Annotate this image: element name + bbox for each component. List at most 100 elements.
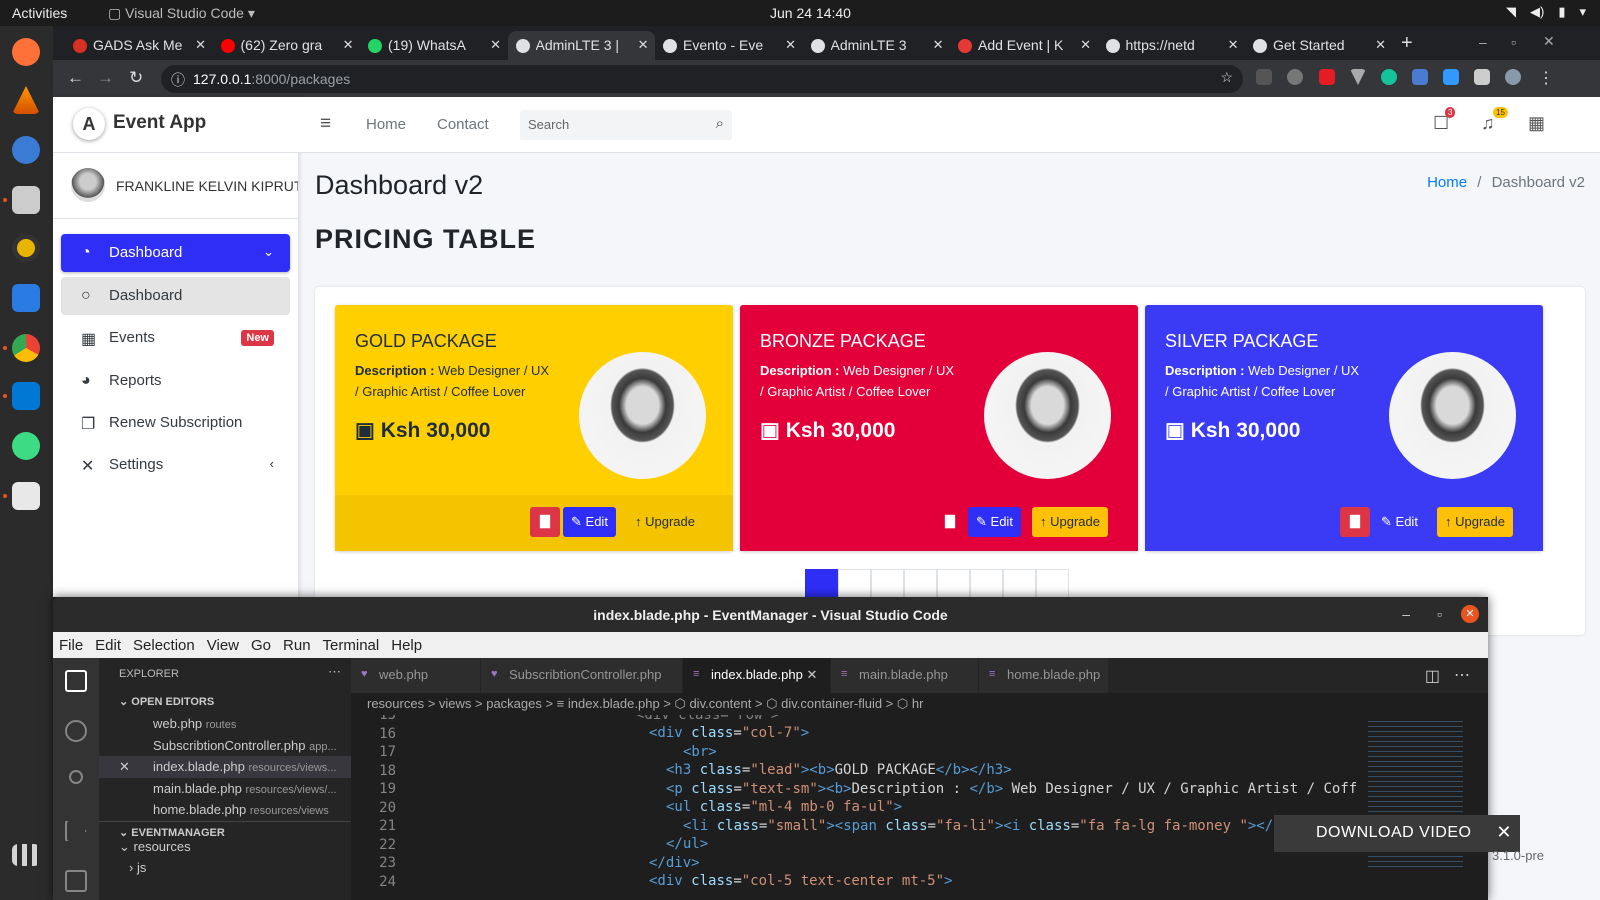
search-input[interactable]: Search ⌕ xyxy=(520,110,732,140)
forward-button[interactable]: → xyxy=(97,68,114,88)
close-icon[interactable]: ✕ xyxy=(1496,822,1512,843)
close-tab-icon[interactable]: ✕ xyxy=(933,37,944,53)
browser-tab[interactable]: Evento - Eve ✕ xyxy=(655,31,802,60)
more-menu-icon[interactable]: ⋮ xyxy=(1538,68,1554,88)
delete-button[interactable]: ▇ xyxy=(530,507,560,537)
close-window-button[interactable]: ✕ xyxy=(1543,33,1555,50)
info-icon[interactable]: ⓘ xyxy=(171,70,185,90)
upgrade-button[interactable]: ↑ Upgrade xyxy=(1437,507,1513,537)
activities-button[interactable]: Activities xyxy=(12,5,67,21)
pagination-item[interactable] xyxy=(805,569,838,599)
editor-tab[interactable]: ≡ home.blade.php xyxy=(979,658,1109,693)
close-icon[interactable]: ✕ xyxy=(119,759,130,775)
editor-tab[interactable]: ≡ index.blade.php ✕ xyxy=(683,658,831,693)
search-icon[interactable]: ⌕ xyxy=(716,115,724,132)
thunderbird-icon[interactable] xyxy=(12,136,40,164)
search-icon[interactable] xyxy=(65,720,87,742)
edit-button[interactable]: ✎ Edit xyxy=(1373,507,1426,537)
close-tab-icon[interactable]: ✕ xyxy=(343,37,354,53)
split-editor-icon[interactable]: ◫ xyxy=(1425,666,1440,686)
rhythmbox-icon[interactable] xyxy=(12,234,40,262)
profile-avatar[interactable] xyxy=(1505,69,1521,85)
menu-item[interactable]: View xyxy=(207,637,239,658)
minimize-button[interactable]: – xyxy=(1402,606,1410,622)
nav-home-link[interactable]: Home xyxy=(366,116,406,133)
minimize-button[interactable]: – xyxy=(1479,34,1487,50)
pagination-item[interactable] xyxy=(838,569,871,599)
code-editor[interactable]: 15 16 17 18 19 20 21 22 23 24 <div class="row"> <… xyxy=(351,715,1356,900)
new-tab-button[interactable]: + xyxy=(1401,32,1413,55)
close-tab-icon[interactable]: ✕ xyxy=(1228,37,1239,53)
text-editor-icon[interactable] xyxy=(12,482,40,510)
browser-tab[interactable]: AdminLTE 3 ✕ xyxy=(803,31,950,60)
source-control-icon[interactable] xyxy=(69,770,83,784)
close-icon[interactable]: ✕ xyxy=(806,667,817,682)
open-editor-item[interactable]: ✕ index.blade.php resources/views... xyxy=(99,756,351,778)
extension-icon[interactable] xyxy=(1256,69,1272,85)
grammarly-icon[interactable] xyxy=(1381,69,1397,85)
delete-button[interactable]: ▇ xyxy=(935,507,965,537)
pagination-item[interactable] xyxy=(937,569,970,599)
messages-icon[interactable]: ☐ 3 xyxy=(1433,107,1456,134)
browser-tab[interactable]: AdminLTE 3 | ✕ xyxy=(507,31,655,60)
user-panel[interactable]: FRANKLINE KELVIN KIPRUTO xyxy=(53,153,298,219)
vuejs-devtools-icon[interactable] xyxy=(1350,69,1366,85)
open-editor-item[interactable]: web.php routes xyxy=(99,713,351,735)
menu-item[interactable]: Help xyxy=(391,637,422,658)
pagination-item[interactable] xyxy=(1036,569,1069,599)
upgrade-button[interactable]: ↑ Upgrade xyxy=(1032,507,1108,537)
close-tab-icon[interactable]: ✕ xyxy=(638,37,649,53)
close-tab-icon[interactable]: ✕ xyxy=(1375,37,1386,53)
hamburger-menu-icon[interactable]: ≡ xyxy=(320,113,331,135)
explorer-icon[interactable] xyxy=(65,670,87,692)
extensions-icon[interactable] xyxy=(65,870,87,892)
edit-button[interactable]: ✎ Edit xyxy=(968,507,1021,537)
open-editor-item[interactable]: SubscribtionController.php app... xyxy=(99,735,351,757)
bookmark-star-icon[interactable]: ☆ xyxy=(1220,69,1233,86)
tree-folder[interactable]: ⌄ resources xyxy=(99,836,351,858)
minimap[interactable] xyxy=(1358,715,1473,900)
address-bar[interactable]: ⓘ 127.0.0.1:8000/packages ☆ xyxy=(161,65,1243,93)
menu-item[interactable]: File xyxy=(59,637,83,658)
open-editor-item[interactable]: home.blade.php resources/views xyxy=(99,799,351,821)
menu-item[interactable]: Edit xyxy=(95,637,121,658)
pagination-item[interactable] xyxy=(904,569,937,599)
close-tab-icon[interactable]: ✕ xyxy=(1080,37,1091,53)
browser-tab[interactable]: Get Started ✕ xyxy=(1245,31,1392,60)
sidebar-item-events[interactable]: ▦ Events New xyxy=(61,319,290,357)
firefox-icon[interactable] xyxy=(12,38,40,66)
close-tab-icon[interactable]: ✕ xyxy=(195,37,206,53)
notifications-bell-icon[interactable]: ♫ 15 xyxy=(1481,107,1508,134)
sidebar-item-dashboard-v2[interactable]: ○ Dashboard xyxy=(61,277,290,315)
tree-folder[interactable]: › js xyxy=(99,857,351,879)
clock[interactable]: Jun 24 14:40 xyxy=(770,5,851,21)
system-tray[interactable]: ◥ ◀) ▮ ▾ xyxy=(1506,4,1586,20)
close-tab-icon[interactable]: ✕ xyxy=(490,37,501,53)
nav-contact-link[interactable]: Contact xyxy=(437,116,489,133)
sidebar-item-renew-subscription[interactable]: ❐ Renew Subscription xyxy=(61,404,290,442)
menu-item[interactable]: Terminal xyxy=(323,637,380,658)
browser-tab[interactable]: (62) Zero gra ✕ xyxy=(213,31,360,60)
show-apps-icon[interactable] xyxy=(12,844,40,866)
upgrade-button[interactable]: ↑ Upgrade xyxy=(627,507,703,537)
vlc-icon[interactable] xyxy=(12,86,40,114)
puzzle-icon[interactable] xyxy=(1474,69,1490,85)
delete-button[interactable]: ▇ xyxy=(1340,507,1370,537)
edit-button[interactable]: ✎ Edit xyxy=(563,507,616,537)
close-tab-icon[interactable]: ✕ xyxy=(785,37,796,53)
brand-link[interactable]: A Event App xyxy=(53,97,298,153)
extension-off-icon[interactable] xyxy=(1443,69,1459,85)
editor-tab[interactable]: ≡ main.blade.php xyxy=(831,658,979,693)
more-actions-icon[interactable]: ⋯ xyxy=(1454,665,1470,685)
menu-item[interactable]: Go xyxy=(251,637,271,658)
reload-button[interactable]: ↻ xyxy=(129,68,143,88)
breadcrumb[interactable]: resources > views > packages > ≡ index.b… xyxy=(351,693,1351,715)
active-app-menu[interactable]: ▢ Visual Studio Code ▾ xyxy=(108,5,255,22)
open-editors-header[interactable]: ⌄ OPEN EDITORS xyxy=(99,691,214,713)
pagination-item[interactable] xyxy=(970,569,1003,599)
download-video-button[interactable]: DOWNLOAD VIDEO ✕ xyxy=(1274,815,1520,852)
browser-tab[interactable]: (19) WhatsA ✕ xyxy=(360,31,507,60)
browser-tab[interactable]: GADS Ask Me ✕ xyxy=(65,31,212,60)
files-icon[interactable] xyxy=(12,186,40,214)
menu-item[interactable]: Run xyxy=(283,637,311,658)
